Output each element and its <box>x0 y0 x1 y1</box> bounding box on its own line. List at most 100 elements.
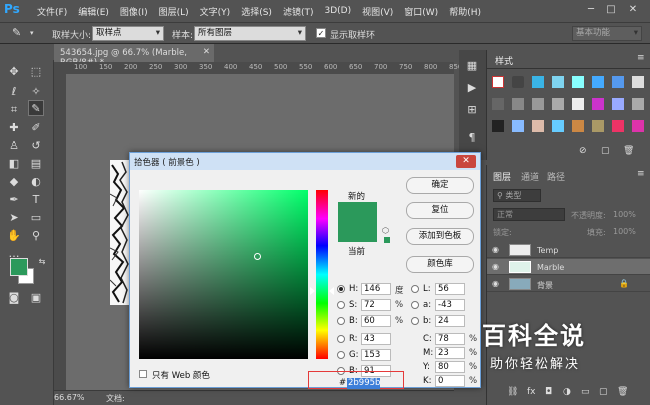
style-swatch[interactable] <box>572 98 584 110</box>
style-swatch[interactable] <box>592 120 604 132</box>
hex-input[interactable]: 2b995b <box>347 378 380 389</box>
tab-channels[interactable]: 通道 <box>521 170 539 183</box>
history-panel-icon[interactable]: ▦ <box>464 58 480 74</box>
color-libraries-button[interactable]: 颜色库 <box>406 256 474 273</box>
style-swatch[interactable] <box>552 120 564 132</box>
eye-icon[interactable]: ◉ <box>492 279 499 288</box>
link-layers-icon[interactable]: ⛓ <box>507 387 518 397</box>
delete-style-icon[interactable]: 🗑 <box>623 146 634 156</box>
rectangle-tool-icon[interactable]: ▭ <box>28 210 44 226</box>
style-swatch[interactable] <box>512 98 524 110</box>
layer-row-background[interactable]: ◉ 背景 🔒 <box>487 276 650 292</box>
menu-select[interactable]: 选择(S) <box>241 5 272 18</box>
marquee-tool-icon[interactable]: ⬚ <box>28 64 44 80</box>
lab-a-input[interactable]: -43 <box>435 299 465 311</box>
cube-3d-icon[interactable]: ⬡ <box>382 226 389 235</box>
saturation-input[interactable]: 72 <box>361 299 391 311</box>
style-swatch[interactable] <box>492 120 504 132</box>
menu-window[interactable]: 窗口(W) <box>404 5 438 18</box>
adjustment-layer-icon[interactable]: ◑ <box>563 387 571 397</box>
blur-tool-icon[interactable]: ◆ <box>6 174 22 190</box>
magenta-input[interactable]: 23 <box>435 347 465 359</box>
style-swatch[interactable] <box>512 120 524 132</box>
styles-panel-menu-icon[interactable]: ≡ <box>637 53 645 63</box>
document-tab[interactable]: 543654.jpg @ 66.7% (Marble, RGB/8#) * ✕ <box>54 44 214 68</box>
dialog-close-button[interactable]: ✕ <box>456 155 476 168</box>
quick-mask-icon[interactable]: ◙ <box>6 290 22 306</box>
tab-paths[interactable]: 路径 <box>547 170 565 183</box>
saturation-brightness-field[interactable] <box>139 190 308 359</box>
eraser-tool-icon[interactable]: ◧ <box>6 156 22 172</box>
layer-row-marble[interactable]: ◉ Marble <box>487 259 650 275</box>
green-radio[interactable] <box>337 351 345 359</box>
swap-colors-icon[interactable]: ⇆ <box>34 254 50 270</box>
close-window-icon[interactable]: ✕ <box>626 3 640 17</box>
menu-filter[interactable]: 滤镜(T) <box>283 5 314 18</box>
style-swatch[interactable] <box>632 76 644 88</box>
menu-view[interactable]: 视图(V) <box>362 5 393 18</box>
brush-tool-icon[interactable]: ✐ <box>28 120 44 136</box>
pen-tool-icon[interactable]: ✒ <box>6 192 22 208</box>
style-swatch[interactable] <box>632 120 644 132</box>
minimize-icon[interactable]: ─ <box>584 3 598 17</box>
style-swatch[interactable] <box>552 98 564 110</box>
style-swatch[interactable] <box>612 120 624 132</box>
lab-l-input[interactable]: 56 <box>435 283 465 295</box>
history-brush-tool-icon[interactable]: ↺ <box>28 138 44 154</box>
red-radio[interactable] <box>337 335 345 343</box>
style-swatch[interactable] <box>572 76 584 88</box>
blend-mode-select[interactable]: 正常 <box>493 208 565 221</box>
healing-brush-tool-icon[interactable]: ✚ <box>6 120 22 136</box>
move-tool-icon[interactable]: ✥ <box>6 64 22 80</box>
hue-slider-left-arrow[interactable] <box>310 287 315 295</box>
zoom-level[interactable]: 66.67% <box>54 393 85 402</box>
layer-style-icon[interactable]: fx <box>527 387 536 397</box>
magic-wand-tool-icon[interactable]: ✧ <box>28 84 44 100</box>
yellow-input[interactable]: 80 <box>435 361 465 373</box>
style-swatch[interactable] <box>572 120 584 132</box>
hand-tool-icon[interactable]: ✋ <box>6 228 22 244</box>
menu-help[interactable]: 帮助(H) <box>449 5 481 18</box>
close-document-icon[interactable]: ✕ <box>203 47 210 57</box>
cyan-input[interactable]: 78 <box>435 333 465 345</box>
layer-row-temp[interactable]: ◉ Temp <box>487 242 650 258</box>
current-color-swatch[interactable] <box>338 222 377 242</box>
delete-layer-icon[interactable]: 🗑 <box>617 387 628 397</box>
gradient-tool-icon[interactable]: ▤ <box>28 156 44 172</box>
new-style-icon[interactable]: ▢ <box>601 146 610 156</box>
brightness-radio[interactable] <box>337 317 345 325</box>
screen-mode-icon[interactable]: ▣ <box>28 290 44 306</box>
character-panel-icon[interactable]: ¶ <box>464 130 480 146</box>
green-input[interactable]: 153 <box>361 349 391 361</box>
workspace-select[interactable]: 基本功能 <box>572 26 642 41</box>
clone-stamp-tool-icon[interactable]: ♙ <box>6 138 22 154</box>
red-input[interactable]: 43 <box>361 333 391 345</box>
fill-value[interactable]: 100% <box>613 227 636 236</box>
crop-tool-icon[interactable]: ⌗ <box>6 102 22 118</box>
web-safe-swatch[interactable] <box>384 237 390 243</box>
ok-button[interactable]: 确定 <box>406 177 474 194</box>
opacity-value[interactable]: 100% <box>613 210 636 219</box>
maximize-icon[interactable]: □ <box>604 3 618 17</box>
foreground-color-swatch[interactable] <box>10 258 28 276</box>
style-swatch[interactable] <box>632 98 644 110</box>
menu-file[interactable]: 文件(F) <box>37 5 67 18</box>
hue-input[interactable]: 146 <box>361 283 391 295</box>
style-swatch[interactable] <box>612 76 624 88</box>
style-swatch[interactable] <box>612 98 624 110</box>
layers-panel-menu-icon[interactable]: ≡ <box>637 169 645 179</box>
style-swatch[interactable] <box>552 76 564 88</box>
menu-3d[interactable]: 3D(D) <box>324 6 351 16</box>
actions-panel-icon[interactable]: ▶ <box>464 80 480 96</box>
style-swatch[interactable] <box>512 76 524 88</box>
show-ring-checkbox[interactable]: ✓ <box>316 28 326 38</box>
web-only-checkbox[interactable] <box>139 370 147 378</box>
path-selection-tool-icon[interactable]: ➤ <box>6 210 22 226</box>
style-swatch[interactable] <box>492 98 504 110</box>
sample-size-select[interactable]: 取样点 <box>92 26 164 41</box>
filter-type-select[interactable]: ⚲ 类型 <box>493 189 541 202</box>
marble-image[interactable] <box>110 160 130 305</box>
style-swatch[interactable] <box>532 76 544 88</box>
clear-style-icon[interactable]: ⊘ <box>579 146 587 156</box>
color-marker[interactable] <box>254 253 261 260</box>
